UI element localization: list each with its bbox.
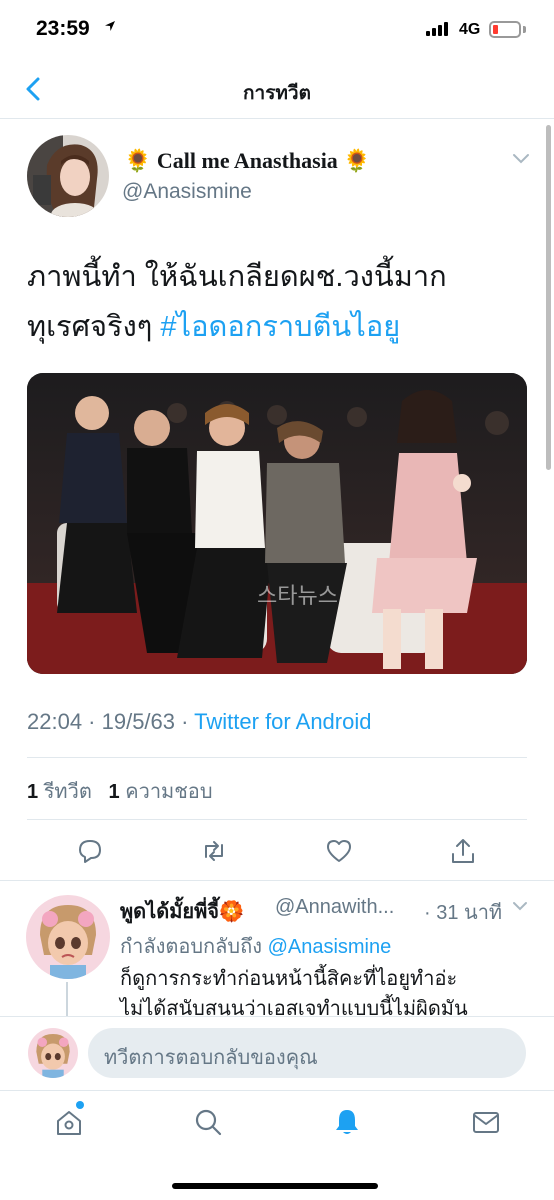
tweet-stats: 1 รีทวีต 1 ความชอบ [27, 775, 213, 807]
retweet-label[interactable]: รีทวีต [44, 781, 92, 803]
reply-handle[interactable]: @Annawith... [275, 896, 394, 919]
battery-icon [489, 21, 521, 38]
author-display-name[interactable]: 🌻 Call me Anasthasia 🌻 [124, 148, 371, 174]
home-indicator[interactable] [172, 1183, 378, 1189]
reply-display-name[interactable]: พูดได้มั้ยพี่จี้🏵️ [120, 895, 244, 927]
reply-icon[interactable] [76, 837, 104, 865]
replying-to-handle[interactable]: @Anasismine [268, 936, 392, 958]
location-arrow-icon [105, 21, 115, 31]
status-time: 23:59 [36, 17, 90, 40]
battery-cap [523, 26, 526, 33]
signal-icon [426, 22, 452, 36]
scrollbar[interactable] [546, 125, 551, 470]
nav-header: การทวีต [0, 58, 554, 119]
network-type: 4G [459, 21, 481, 38]
retweet-count[interactable]: 1 [27, 781, 38, 803]
chevron-down-icon[interactable] [512, 901, 528, 911]
tab-bar [0, 1090, 554, 1200]
divider [27, 757, 527, 758]
divider [27, 819, 527, 820]
messages-mail-icon[interactable] [471, 1107, 501, 1137]
tweet-text-line-2: ทุเรศจริงๆ #ไอดอกราบตีนไอยู [27, 302, 537, 352]
reply-avatar[interactable] [26, 895, 110, 979]
replying-to-prefix: กำลังตอบกลับถึง [120, 936, 268, 958]
chevron-down-icon[interactable] [512, 153, 530, 165]
reply-input[interactable]: ทวีตการตอบกลับของคุณ [88, 1028, 526, 1078]
tweet-meta: 22:04 · 19/5/63 · Twitter for Android [27, 709, 371, 735]
tweet-timestamp: 22:04 · 19/5/63 · [27, 709, 195, 734]
like-count[interactable]: 1 [109, 781, 120, 803]
current-user-avatar[interactable] [28, 1028, 78, 1078]
author-handle[interactable]: @Anasismine [122, 180, 252, 204]
tweet-source-link[interactable]: Twitter for Android [194, 709, 371, 734]
reply-composer: ทวีตการตอบกลับของคุณ [0, 1016, 554, 1090]
share-icon[interactable] [449, 837, 477, 865]
home-icon[interactable] [54, 1107, 84, 1137]
reply-text: ก็ดูการกระทำก่อนหน้านี้สิคะที่ไอยูทำอ่ะ … [120, 964, 520, 1024]
notifications-bell-icon[interactable] [332, 1107, 362, 1137]
tweet-text-plain: ทุเรศจริงๆ [27, 311, 161, 343]
divider [0, 880, 554, 881]
notification-dot [76, 1101, 84, 1109]
like-label[interactable]: ความชอบ [125, 781, 212, 803]
like-heart-icon[interactable] [325, 837, 353, 865]
status-bar: 23:59 4G [0, 0, 554, 58]
reply-input-placeholder: ทวีตการตอบกลับของคุณ [104, 1047, 318, 1069]
author-avatar[interactable] [27, 135, 109, 217]
thread-line [66, 982, 68, 1018]
reply-text-line-1: ก็ดูการกระทำก่อนหน้านี้สิคะที่ไอยูทำอ่ะ [120, 968, 458, 990]
photo-watermark: 스타뉴스 [257, 584, 338, 609]
page-title: การทวีต [243, 83, 311, 104]
replying-to: กำลังตอบกลับถึง @Anasismine [120, 930, 391, 962]
tweet-text-line-1: ภาพนี้ทำ ให้ฉันเกลียดผช.วงนี้มาก [27, 261, 447, 293]
hashtag-link[interactable]: #ไอดอกราบตีนไอยู [160, 311, 400, 343]
tweet-text: ภาพนี้ทำ ให้ฉันเกลียดผช.วงนี้มาก ทุเรศจร… [27, 252, 537, 352]
reply-time: · 31 นาที [424, 902, 503, 924]
tweet-photo[interactable]: 스타뉴스 [27, 373, 527, 674]
search-icon[interactable] [193, 1107, 223, 1137]
retweet-icon[interactable] [200, 837, 228, 865]
